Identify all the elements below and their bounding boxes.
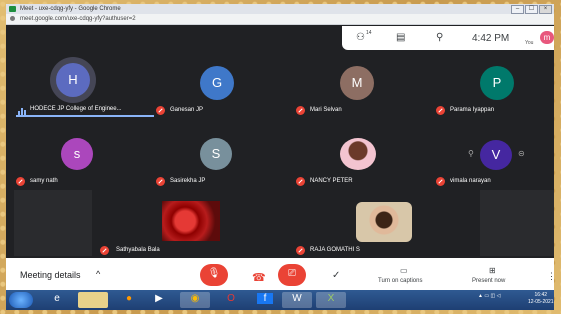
muted-mic-icon (436, 177, 445, 186)
empty-tile (480, 190, 554, 256)
participant-name: RAJA GOMATHI S (310, 247, 360, 253)
chevron-up-icon[interactable]: ^ (96, 269, 100, 279)
mic-off-icon: 🎙 (207, 268, 221, 279)
facebook-icon[interactable]: f (250, 292, 280, 308)
taskbar-date: 12-05-2021 (528, 299, 554, 305)
chat-icon[interactable]: ▤ (396, 32, 405, 43)
close-button[interactable]: × (539, 5, 552, 14)
you-label: You (525, 40, 534, 46)
participant-avatar: V (480, 140, 512, 170)
lock-icon (10, 16, 15, 21)
muted-mic-icon (16, 177, 25, 186)
self-avatar[interactable]: m (540, 31, 554, 44)
muted-mic-icon (156, 106, 165, 115)
empty-tile (14, 190, 92, 256)
more-options-icon[interactable]: ⋮ (547, 271, 554, 282)
explorer-icon[interactable] (78, 292, 108, 308)
participant-name: HODECE JP College of Enginee... (30, 106, 122, 112)
chrome-icon[interactable]: ◉ (180, 292, 210, 308)
participant-name: Ganesan JP (170, 107, 204, 113)
participant-photo-roses (162, 201, 220, 241)
participant-name: Sathyabala Bala (116, 247, 160, 253)
minimize-button[interactable]: – (511, 5, 524, 14)
taskbar-clock[interactable]: 16:42 12-05-2021 (528, 292, 554, 306)
participant-avatar: P (480, 66, 514, 100)
meeting-details-button[interactable]: Meeting details (20, 270, 81, 280)
meet-favicon-icon (9, 6, 16, 12)
present-icon[interactable]: ⊞ (489, 266, 496, 275)
meet-top-bar: ⚇ 14 ▤ ⚲ 4:42 PM You m (342, 26, 554, 50)
url-text[interactable]: meet.google.com/uxe-cdqg-yfy?authuser=2 (20, 14, 136, 24)
present-now-button[interactable]: Present now (472, 278, 505, 284)
address-bar[interactable]: meet.google.com/uxe-cdqg-yfy?authuser=2 (6, 14, 554, 25)
participant-name: Sasirekha JP (170, 178, 206, 184)
chrome-window: Meet - uxe-cdqg-yfy - Google Chrome – ☐ … (6, 4, 554, 310)
ie-icon[interactable]: e (42, 292, 72, 308)
participant-avatar: M (340, 66, 374, 100)
mic-toggle-button[interactable]: 🎙 (200, 264, 228, 286)
media-player-icon[interactable]: ▶ (144, 292, 174, 308)
participant-name: Mari Selvan (310, 107, 342, 113)
end-call-icon[interactable]: ☎ (252, 271, 266, 284)
participant-name: NANCY PETER (310, 178, 353, 184)
windows-taskbar: e ● ▶ ◉ O f W X ▲ ▭ ◫ ◁ 16:42 12-05-2021 (6, 290, 554, 310)
camera-toggle-button[interactable]: ⎚ (278, 264, 306, 286)
muted-mic-icon (436, 106, 445, 115)
muted-mic-icon (296, 246, 305, 255)
excel-icon[interactable]: X (316, 292, 346, 308)
turn-on-captions-button[interactable]: Turn on captions (378, 278, 422, 284)
muted-mic-icon (156, 177, 165, 186)
participant-name: samy nath (30, 178, 58, 184)
participant-photo (356, 202, 412, 242)
start-button[interactable] (9, 292, 33, 308)
participant-avatar: G (200, 66, 234, 100)
title-bar: Meet - uxe-cdqg-yfy - Google Chrome – ☐ … (6, 4, 554, 14)
window-controls: – ☐ × (511, 5, 552, 14)
opera-icon[interactable]: O (216, 292, 246, 308)
taskbar-time: 16:42 (534, 292, 548, 298)
clock-time: 4:42 PM (472, 33, 510, 44)
participant-name: Parama Iyappan (450, 107, 495, 113)
active-speaker-bar (16, 115, 154, 117)
participant-name: vimala narayan (450, 178, 491, 184)
camera-off-icon: ⎚ (288, 268, 296, 279)
more-options-icon[interactable]: ⊝ (518, 149, 525, 158)
pin-icon[interactable]: ⚲ (468, 149, 474, 158)
muted-mic-icon (296, 106, 305, 115)
meet-toolbar: Meeting details ^ 🎙 ☎ ⎚ ✓ ▭ Turn on capt… (6, 258, 554, 290)
firefox-icon[interactable]: ● (114, 292, 144, 308)
participant-avatar: H (56, 63, 90, 97)
muted-mic-icon (100, 246, 109, 255)
word-icon[interactable]: W (282, 292, 312, 308)
window-title: Meet - uxe-cdqg-yfy - Google Chrome (20, 6, 121, 12)
system-tray-icons[interactable]: ▲ ▭ ◫ ◁ (478, 293, 500, 299)
activities-icon[interactable]: ⚲ (436, 32, 443, 43)
speaking-indicator-icon (18, 107, 26, 115)
maximize-button[interactable]: ☐ (525, 5, 538, 14)
participant-avatar: s (61, 138, 93, 170)
raise-hand-icon[interactable]: ✓ (332, 270, 340, 281)
muted-mic-icon (296, 177, 305, 186)
participant-avatar: S (200, 138, 232, 170)
people-icon[interactable]: ⚇ (356, 32, 365, 43)
people-count: 14 (366, 30, 372, 36)
captions-icon[interactable]: ▭ (400, 266, 408, 275)
participant-photo (340, 138, 376, 170)
